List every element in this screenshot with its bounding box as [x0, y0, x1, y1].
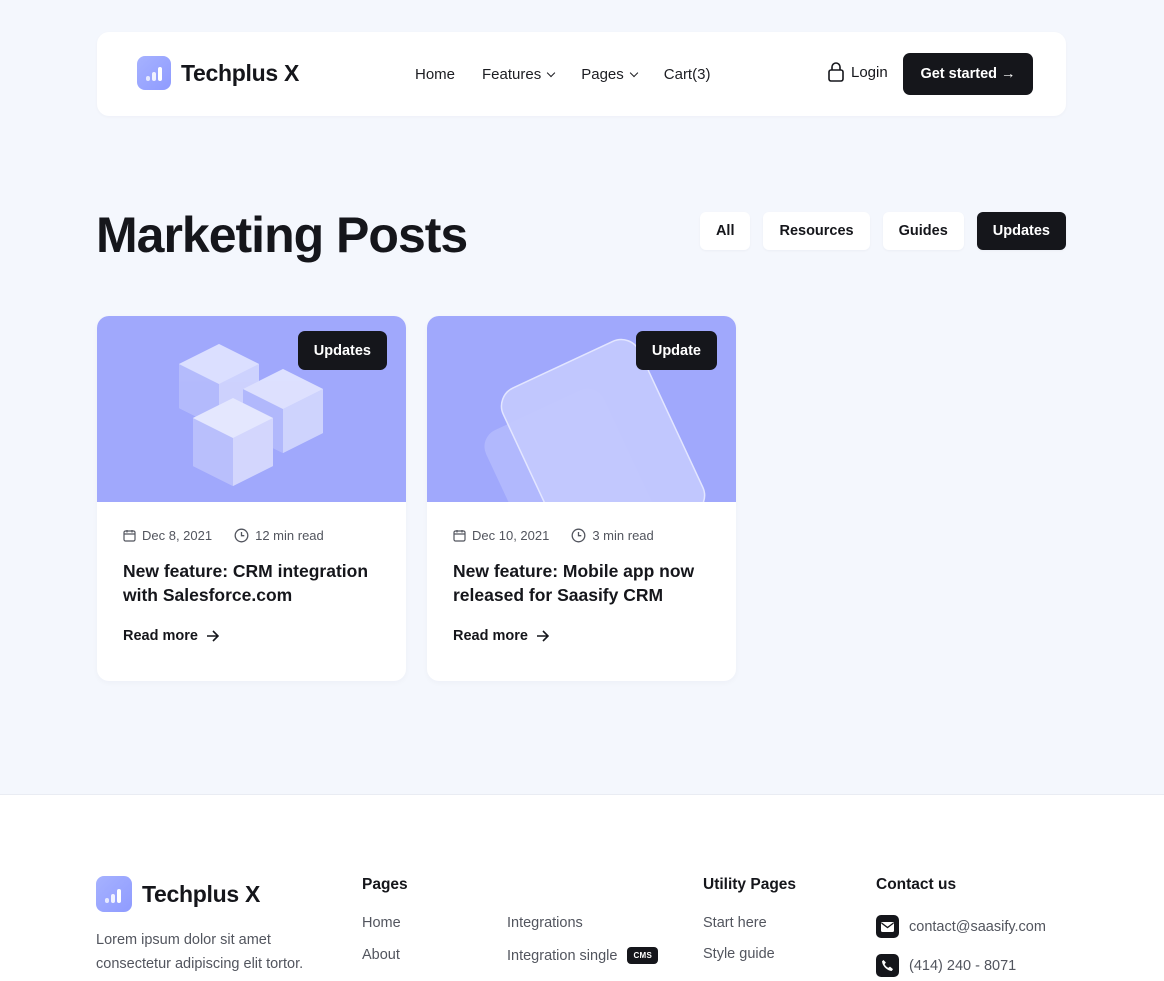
category-filters: All Resources Guides Updates [699, 212, 1066, 250]
calendar-icon [123, 530, 136, 542]
nav-cart[interactable]: Cart(3) [664, 66, 711, 83]
footer-email: contact@saasify.com [909, 918, 1046, 935]
post-title[interactable]: New feature: CRM integration with Salesf… [123, 559, 385, 607]
chevron-down-icon [546, 68, 556, 77]
footer-email-link[interactable]: contact@saasify.com [876, 915, 1046, 938]
post-meta: Dec 8, 2021 12 min read [123, 528, 346, 543]
filter-all[interactable]: All [699, 212, 751, 250]
footer-contact-heading: Contact us [876, 876, 957, 893]
post-card[interactable]: Update Dec 10, 2021 3 min read New featu… [427, 316, 736, 681]
brand-name: Techplus X [181, 59, 299, 86]
clock-icon [571, 528, 586, 543]
logo-icon [137, 56, 171, 90]
arrow-right-icon [206, 630, 219, 642]
main-nav: Home Features Pages Cart(3) [415, 32, 710, 116]
footer-link-about[interactable]: About [362, 947, 400, 963]
arrow-right-icon [536, 630, 549, 642]
footer-link-start-here[interactable]: Start here [703, 915, 767, 931]
brand-logo[interactable]: Techplus X [137, 56, 299, 90]
read-more-link[interactable]: Read more [123, 628, 219, 644]
filter-updates[interactable]: Updates [976, 212, 1066, 250]
footer-link-integration-single[interactable]: Integration single CMS [507, 947, 659, 964]
post-date: Dec 8, 2021 [123, 528, 212, 543]
cms-badge: CMS [627, 947, 659, 964]
nav-features[interactable]: Features [482, 65, 556, 83]
footer-phone: (414) 240 - 8071 [909, 957, 1017, 974]
nav-pages-label: Pages [581, 65, 624, 83]
post-title[interactable]: New feature: Mobile app now released for… [453, 559, 715, 607]
post-meta: Dec 10, 2021 3 min read [453, 528, 676, 543]
footer-link-integrations[interactable]: Integrations [507, 915, 583, 931]
read-more-link[interactable]: Read more [453, 628, 549, 644]
footer-brand-name: Techplus X [142, 880, 260, 907]
logo-icon [96, 876, 132, 912]
category-badge: Update [635, 331, 717, 370]
chevron-down-icon [629, 68, 639, 77]
nav-features-label: Features [482, 65, 542, 83]
post-image: Updates [97, 316, 406, 502]
read-more-label: Read more [453, 628, 528, 644]
post-read-time-label: 3 min read [592, 528, 654, 543]
footer-brand-logo[interactable]: Techplus X [96, 876, 260, 912]
category-badge: Updates [297, 331, 387, 370]
footer-phone-link[interactable]: (414) 240 - 8071 [876, 954, 1016, 977]
nav-home[interactable]: Home [415, 66, 455, 83]
footer-link-home[interactable]: Home [362, 915, 401, 931]
post-read-time: 3 min read [571, 528, 654, 543]
footer-description: Lorem ipsum dolor sit amet consectetur a… [96, 932, 304, 972]
clock-icon [234, 528, 249, 543]
post-card[interactable]: Updates Dec 8, 2021 12 min read New feat… [97, 316, 406, 681]
site-header: Techplus X Home Features Pages Cart(3) L… [97, 32, 1066, 116]
filter-resources[interactable]: Resources [763, 212, 870, 250]
mail-icon [876, 915, 899, 938]
login-label: Login [851, 63, 888, 81]
post-date-label: Dec 10, 2021 [472, 528, 550, 543]
nav-pages[interactable]: Pages [581, 65, 639, 83]
get-started-button[interactable]: Get started → [903, 53, 1033, 95]
post-date-label: Dec 8, 2021 [142, 528, 213, 543]
post-date: Dec 10, 2021 [453, 528, 549, 543]
nav-home-label: Home [415, 65, 456, 83]
footer-pages-heading: Pages [362, 876, 408, 893]
calendar-icon [453, 530, 466, 542]
read-more-label: Read more [123, 628, 198, 644]
login-link[interactable]: Login [828, 62, 888, 82]
post-read-time: 12 min read [234, 528, 324, 543]
page-title: Marketing Posts [96, 207, 468, 263]
footer-link-style-guide[interactable]: Style guide [703, 946, 775, 962]
footer-utility-heading: Utility Pages [703, 876, 797, 893]
footer-link-integration-single-label: Integration single [507, 947, 618, 964]
lock-icon [828, 62, 844, 82]
post-read-time-label: 12 min read [255, 528, 324, 543]
phone-icon [876, 954, 899, 977]
post-image: Update [427, 316, 736, 502]
filter-guides[interactable]: Guides [882, 212, 964, 250]
nav-cart-label: Cart(3) [663, 65, 711, 83]
